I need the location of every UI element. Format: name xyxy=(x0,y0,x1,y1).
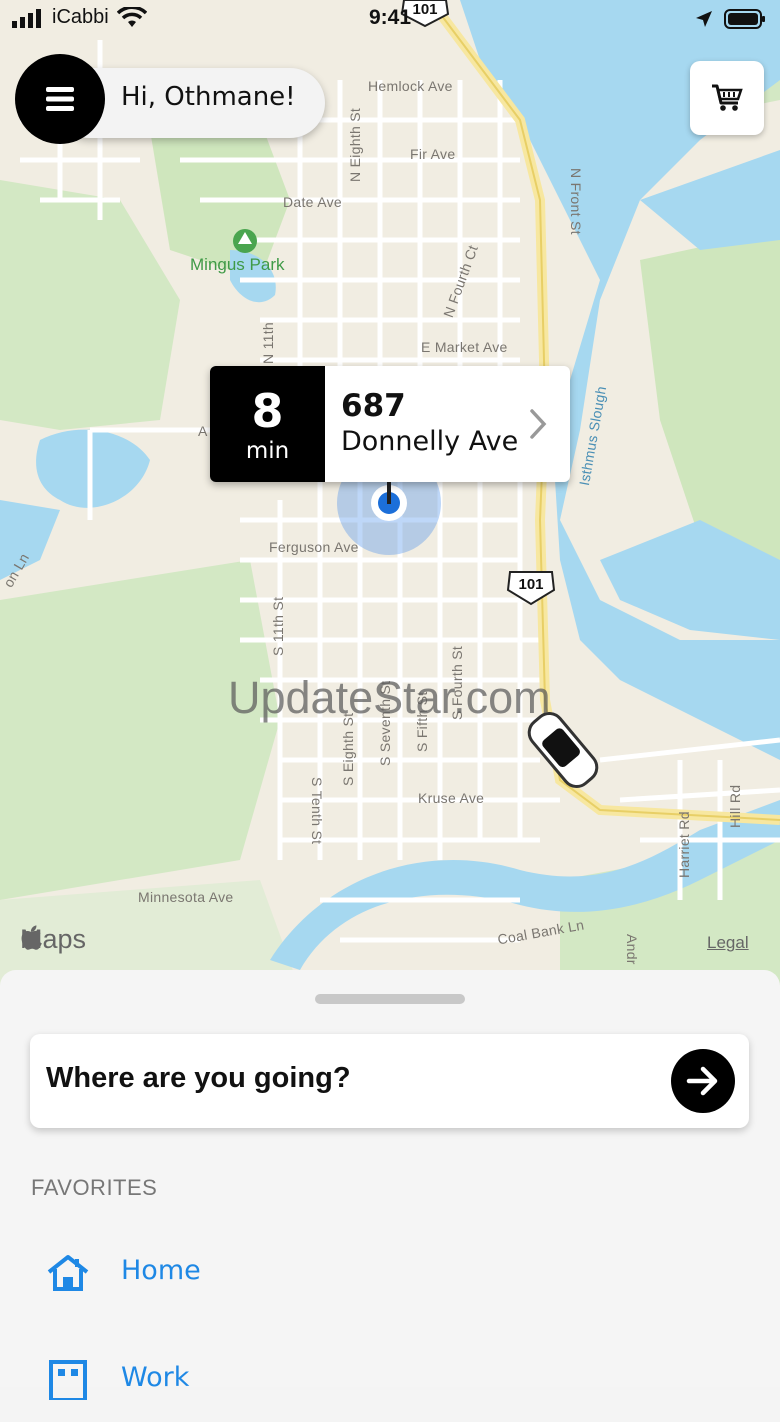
legal-link[interactable]: Legal xyxy=(707,933,749,953)
clock: 9:41 xyxy=(368,6,412,29)
highway-shield-label: 101 xyxy=(518,576,544,593)
street-label: Andr xyxy=(624,934,640,965)
home-icon xyxy=(47,1255,89,1291)
hamburger-icon xyxy=(46,87,74,111)
street-label: N Eighth St xyxy=(347,107,363,182)
sheet-drag-handle[interactable] xyxy=(315,994,465,1004)
go-button[interactable] xyxy=(671,1049,735,1113)
work-icon xyxy=(49,1360,87,1400)
street-label: E Market Ave xyxy=(421,339,508,355)
maps-attribution: Maps xyxy=(20,924,86,955)
favorites-heading: FAVORITES xyxy=(31,1175,158,1200)
favorite-home[interactable]: Home xyxy=(0,1235,780,1315)
cart-icon xyxy=(712,84,743,111)
favorite-home-label: Home xyxy=(121,1255,201,1286)
favorite-work-label: Work xyxy=(121,1362,190,1393)
destination-search[interactable]: Where are you going? xyxy=(30,1034,749,1128)
pickup-eta-card[interactable]: 8 min 687 Donnelly Ave xyxy=(210,366,570,482)
street-label: Harriet Rd xyxy=(676,811,692,878)
favorite-work[interactable]: Work xyxy=(0,1342,780,1422)
street-label: N 11th xyxy=(260,321,276,364)
eta-box: 8 min xyxy=(210,366,325,482)
map-canvas xyxy=(0,0,780,990)
watermark: UpdateStar.com xyxy=(228,672,551,723)
street-label: S Tenth St xyxy=(309,777,325,845)
street-label: Date Ave xyxy=(283,194,342,210)
street-label: S 11th St xyxy=(270,596,286,656)
street-label: Fir Ave xyxy=(410,146,456,162)
battery-icon xyxy=(724,9,765,29)
park-label: Mingus Park xyxy=(190,255,285,274)
greeting-text: Hi, Othmane! xyxy=(121,82,296,112)
destination-prompt: Where are you going? xyxy=(46,1062,351,1094)
chevron-right-icon xyxy=(530,409,547,439)
status-bar: iCabbi 9:41 xyxy=(0,0,780,40)
arrow-right-icon xyxy=(686,1066,718,1096)
street-label: Hill Rd xyxy=(727,784,743,828)
cart-button[interactable] xyxy=(690,61,764,135)
menu-button[interactable] xyxy=(15,54,105,144)
street-label: N Front St xyxy=(568,168,584,235)
eta-unit: min xyxy=(245,438,290,464)
street-label: Ferguson Ave xyxy=(269,539,359,555)
greeting-header: Hi, Othmane! xyxy=(15,54,325,144)
street-label: Hemlock Ave xyxy=(368,78,453,94)
status-right xyxy=(694,8,766,30)
pickup-address-number: 687 xyxy=(341,388,406,424)
bottom-sheet[interactable]: Where are you going? FAVORITES Home Work xyxy=(0,970,780,1400)
street-label: Minnesota Ave xyxy=(138,889,234,905)
street-label: A xyxy=(198,423,208,439)
location-arrow-icon xyxy=(696,11,712,27)
eta-minutes: 8 xyxy=(251,384,284,438)
pickup-address-street: Donnelly Ave xyxy=(341,426,519,457)
apple-logo-icon xyxy=(21,925,42,950)
map-view[interactable]: Hemlock Ave Fir Ave Date Ave E Market Av… xyxy=(0,0,780,990)
street-label: Kruse Ave xyxy=(418,790,485,806)
